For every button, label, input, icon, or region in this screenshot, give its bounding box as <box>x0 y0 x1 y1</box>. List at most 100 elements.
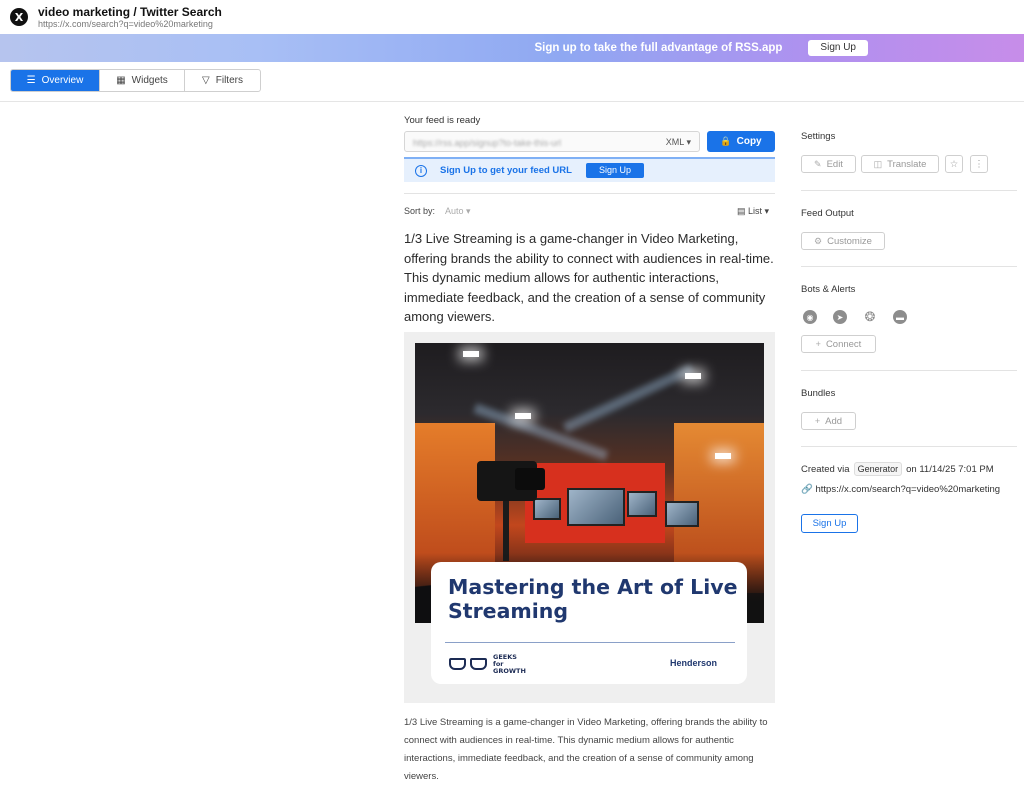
plus-icon: + <box>814 416 821 426</box>
copy-label: Copy <box>736 136 762 147</box>
more-button[interactable]: ⋮ <box>970 155 988 173</box>
tab-overview[interactable]: ☰ Overview <box>11 70 100 91</box>
grid-icon: ▦ <box>116 75 126 86</box>
plus-icon: + <box>815 339 821 349</box>
more-icon: ⋮ <box>974 158 984 170</box>
created-info: Created via Generator on 11/14/25 7:01 P… <box>801 462 994 476</box>
feed-url-field[interactable]: https://rss.app/signup?to-take-this-url … <box>404 131 700 152</box>
stage-light <box>715 453 731 459</box>
tab-filters[interactable]: ▽ Filters <box>185 70 260 91</box>
image-author: Henderson <box>669 658 717 668</box>
sort-label: Sort by: <box>404 206 436 216</box>
glasses-icon <box>449 658 489 671</box>
banner-signup-button[interactable]: Sign Up <box>808 40 868 56</box>
stage-light <box>463 351 479 357</box>
generator-chip: Generator <box>853 462 903 476</box>
page-header: X video marketing / Twitter Search https… <box>0 0 1024 34</box>
signup-notice-text: Sign Up to get your feed URL <box>440 165 572 176</box>
sidebar-divider <box>801 266 1017 267</box>
camera-tripod <box>503 501 509 561</box>
studio-screen <box>533 498 561 520</box>
gear-icon: ⚙ <box>814 235 823 246</box>
feed-output-label: Feed Output <box>801 208 854 219</box>
sidebar-signup-button[interactable]: Sign Up <box>801 514 858 533</box>
add-label: Add <box>825 415 843 427</box>
customize-label: Customize <box>827 235 872 247</box>
list-icon: ☰ <box>26 75 36 86</box>
feed-ready-label: Your feed is ready <box>404 115 481 126</box>
view-icon: ▤ <box>737 206 746 216</box>
add-bundle-button[interactable]: + Add <box>801 412 856 430</box>
notice-signup-button[interactable]: Sign Up <box>585 163 644 178</box>
customize-button[interactable]: ⚙ Customize <box>801 232 885 250</box>
settings-label: Settings <box>801 131 836 142</box>
view-select[interactable]: ▤ List ▾ <box>737 206 769 217</box>
sidebar-divider <box>801 446 1017 447</box>
translate-button[interactable]: ◫ Translate <box>861 155 939 173</box>
stage-light <box>515 413 531 419</box>
created-date: on 11/14/25 7:01 PM <box>906 463 994 475</box>
header-text: video marketing / Twitter Search https:/… <box>38 5 222 30</box>
stage-light <box>685 373 701 379</box>
tab-filters-label: Filters <box>215 75 243 86</box>
pencil-icon: ✎ <box>814 158 822 169</box>
geeks-for-growth-logo: GEEKS for GROWTH <box>449 654 526 675</box>
banner-text: Sign up to take the full advantage of RS… <box>534 42 783 54</box>
slack-icon[interactable]: ❂ <box>863 309 877 324</box>
format-select[interactable]: XML ▾ <box>666 137 691 148</box>
tab-group: ☰ Overview ▦ Widgets ▽ Filters <box>10 69 261 92</box>
translate-icon: ◫ <box>873 158 883 169</box>
lock-icon: 🔒 <box>720 136 732 146</box>
format-value: XML <box>665 137 684 147</box>
signup-notice: i Sign Up to get your feed URL Sign Up <box>404 157 775 182</box>
info-icon: i <box>415 164 427 177</box>
source-url: https://x.com/search?q=video%20marketing <box>815 484 1001 495</box>
bots-alerts-label: Bots & Alerts <box>801 284 856 295</box>
connect-button[interactable]: + Connect <box>801 335 876 353</box>
feed-url-blurred: https://rss.app/signup?to-take-this-url <box>413 138 562 148</box>
x-logo-icon: X <box>10 8 28 26</box>
studio-screen <box>665 501 699 527</box>
tab-overview-label: Overview <box>41 75 84 86</box>
signup-banner: Sign up to take the full advantage of RS… <box>0 34 1024 62</box>
star-icon: ☆ <box>949 158 959 170</box>
image-card-title: Mastering the Art of Live Streaming <box>448 575 738 623</box>
page-title: video marketing / Twitter Search <box>38 4 222 19</box>
logo-word-3: GROWTH <box>493 667 526 675</box>
sort-select[interactable]: Auto ▾ <box>445 206 471 217</box>
tab-widgets[interactable]: ▦ Widgets <box>100 70 185 91</box>
link-icon: 🔗 <box>801 484 813 495</box>
camera-lens <box>515 468 545 490</box>
glasses-lens-left <box>449 658 466 670</box>
nav-bar: ☰ Overview ▦ Widgets ▽ Filters <box>0 62 1024 102</box>
studio-screen <box>627 491 657 517</box>
post-description: 1/3 Live Streaming is a game-changer in … <box>404 717 768 782</box>
post-title[interactable]: 1/3 Live Streaming is a game-changer in … <box>404 229 776 327</box>
source-link[interactable]: 🔗 https://x.com/search?q=video%20marketi… <box>801 484 1000 495</box>
page-url: https://x.com/search?q=video%20marketing <box>38 18 213 29</box>
connect-label: Connect <box>825 338 862 350</box>
view-value: List <box>748 206 763 216</box>
sidebar-divider <box>801 370 1017 371</box>
translate-label: Translate <box>887 158 927 170</box>
divider <box>404 193 775 194</box>
favorite-button[interactable]: ☆ <box>945 155 963 173</box>
tab-widgets-label: Widgets <box>131 75 168 86</box>
sidebar-divider <box>801 190 1017 191</box>
edit-label: Edit <box>826 158 843 170</box>
image-title-card: Mastering the Art of Live Streaming GEEK… <box>431 562 747 684</box>
edit-button[interactable]: ✎ Edit <box>801 155 856 173</box>
studio-screen <box>567 488 625 526</box>
bundles-label: Bundles <box>801 388 836 399</box>
sort-value: Auto <box>445 206 464 216</box>
discord-icon[interactable]: ◉ <box>803 310 817 324</box>
post-image[interactable]: Mastering the Art of Live Streaming GEEK… <box>404 332 775 703</box>
created-via-label: Created via <box>801 463 850 475</box>
chat-icon[interactable]: ▬ <box>893 310 907 324</box>
card-divider <box>445 642 735 643</box>
telegram-icon[interactable]: ➤ <box>833 310 847 324</box>
glasses-lens-right <box>470 658 487 670</box>
logo-text: GEEKS for GROWTH <box>493 654 526 675</box>
filter-icon: ▽ <box>202 75 210 86</box>
copy-button[interactable]: 🔒 Copy <box>707 131 775 152</box>
